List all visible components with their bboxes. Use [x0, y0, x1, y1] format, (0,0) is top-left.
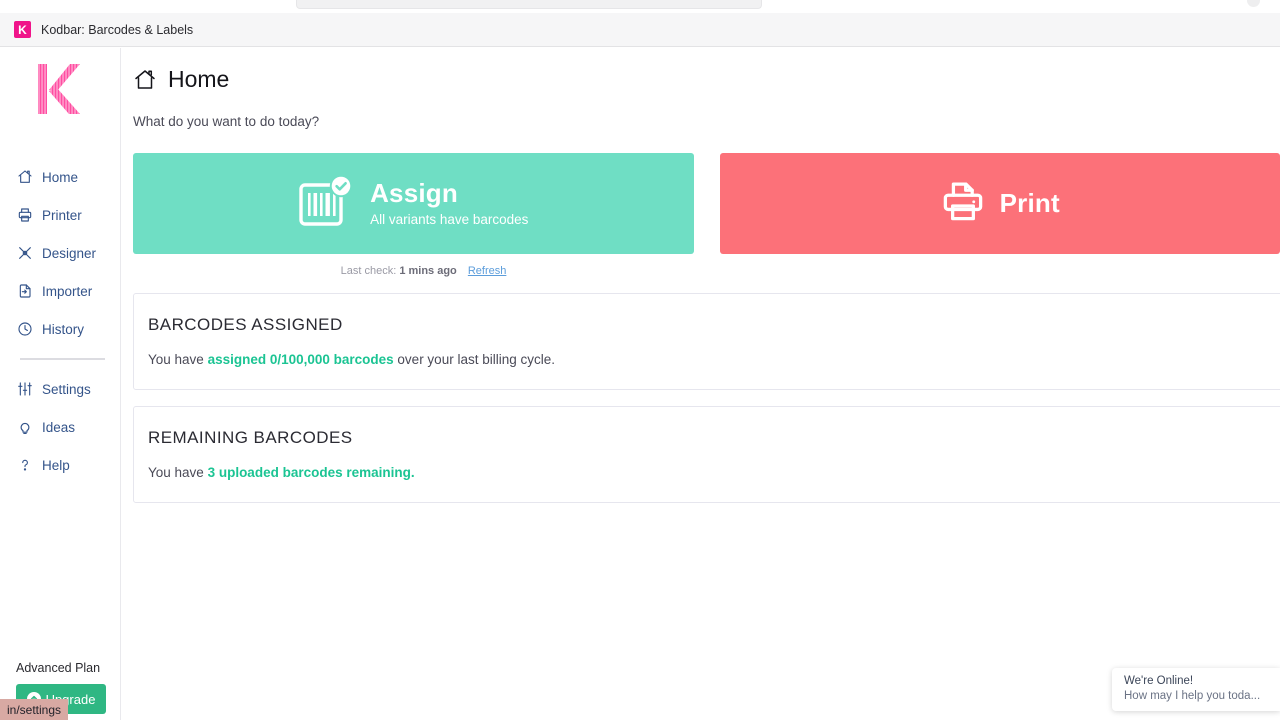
sidebar-item-ideas[interactable]: Ideas — [0, 408, 121, 446]
sidebar-item-label: Importer — [42, 284, 92, 299]
sidebar-item-help[interactable]: Help — [0, 446, 121, 484]
card-body: You have assigned 0/100,000 barcodes ove… — [148, 352, 1280, 367]
question-icon — [16, 457, 33, 474]
main-content: Home What do you want to do today? — [121, 48, 1280, 720]
browser-chrome-sliver — [0, 0, 1280, 13]
app-logo-icon: K — [14, 21, 31, 38]
card-body: You have 3 uploaded barcodes remaining. — [148, 465, 1280, 480]
refresh-link[interactable]: Refresh — [468, 265, 507, 277]
page-title: Home — [168, 66, 229, 93]
sidebar-item-printer[interactable]: Printer — [0, 196, 121, 234]
sidebar-item-label: Settings — [42, 382, 91, 397]
sidebar-item-settings[interactable]: Settings — [0, 370, 121, 408]
body-prefix: You have — [148, 352, 208, 367]
status-bar-url: in/settings — [0, 699, 68, 720]
assign-card-subtitle: All variants have barcodes — [370, 212, 528, 227]
page-subtitle: What do you want to do today? — [121, 114, 1280, 129]
sidebar: Home Printer Designer — [0, 48, 121, 720]
print-card[interactable]: Print — [720, 153, 1280, 254]
plan-label: Advanced Plan — [0, 661, 121, 675]
assign-card-title: Assign — [370, 180, 528, 207]
sidebar-item-history[interactable]: History — [0, 310, 121, 348]
assigned-count-highlight: assigned 0/100,000 barcodes — [208, 352, 394, 367]
app-logo-letter: K — [18, 24, 27, 36]
designer-icon — [16, 245, 33, 262]
sidebar-divider — [20, 358, 105, 360]
chat-widget[interactable]: We're Online! How may I help you toda... — [1112, 668, 1280, 711]
clock-icon — [16, 321, 33, 338]
barcode-check-icon — [298, 174, 356, 233]
lightbulb-icon — [16, 419, 33, 436]
card-title: REMAINING BARCODES — [148, 428, 1280, 448]
printer-icon — [940, 178, 986, 229]
sliders-icon — [16, 381, 33, 398]
barcodes-assigned-card: BARCODES ASSIGNED You have assigned 0/10… — [133, 293, 1280, 390]
assign-card[interactable]: Assign All variants have barcodes — [133, 153, 694, 254]
print-card-title: Print — [1000, 190, 1060, 217]
sidebar-item-label: Help — [42, 458, 70, 473]
chat-status-line: We're Online! — [1124, 675, 1280, 687]
importer-icon — [16, 283, 33, 300]
sidebar-item-label: Ideas — [42, 420, 75, 435]
body-prefix: You have — [148, 465, 208, 480]
chat-prompt-line: How may I help you toda... — [1124, 690, 1280, 702]
last-check-value: 1 mins ago — [399, 265, 456, 277]
sidebar-item-home[interactable]: Home — [0, 158, 121, 196]
app-title: Kodbar: Barcodes & Labels — [41, 23, 193, 37]
remaining-count-highlight: 3 uploaded barcodes remaining. — [208, 465, 415, 480]
last-check-prefix: Last check: — [341, 265, 397, 277]
app-titlebar: K Kodbar: Barcodes & Labels — [0, 13, 1280, 47]
sidebar-nav: Home Printer Designer — [0, 158, 121, 484]
home-icon — [16, 169, 33, 186]
action-cards-row: Assign All variants have barcodes Print — [121, 153, 1280, 254]
sidebar-item-label: History — [42, 322, 84, 337]
brand-logo-icon[interactable] — [30, 58, 86, 120]
page-header: Home — [121, 48, 1280, 93]
profile-avatar-icon[interactable] — [1247, 0, 1260, 7]
sidebar-item-label: Printer — [42, 208, 82, 223]
browser-address-bar[interactable] — [296, 0, 762, 9]
card-title: BARCODES ASSIGNED — [148, 315, 1280, 335]
last-check-row: Last check: 1 mins ago Refresh — [133, 265, 714, 277]
body-suffix: over your last billing cycle. — [394, 352, 555, 367]
home-icon — [133, 68, 157, 92]
sidebar-item-designer[interactable]: Designer — [0, 234, 121, 272]
remaining-barcodes-card: REMAINING BARCODES You have 3 uploaded b… — [133, 406, 1280, 503]
sidebar-item-label: Designer — [42, 246, 96, 261]
sidebar-item-label: Home — [42, 170, 78, 185]
printer-icon — [16, 207, 33, 224]
sidebar-item-importer[interactable]: Importer — [0, 272, 121, 310]
status-bar-url-text: in/settings — [7, 703, 61, 717]
